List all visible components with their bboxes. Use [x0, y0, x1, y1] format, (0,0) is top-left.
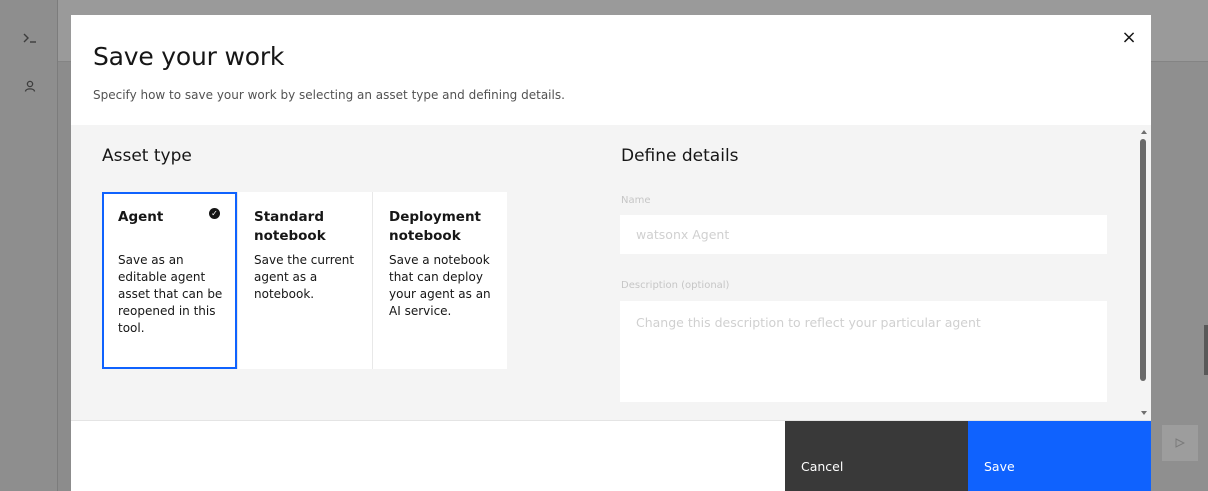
side-rail [0, 0, 58, 491]
asset-type-tiles: Agent ✓ Save as an editable agent asset … [102, 192, 507, 369]
description-input[interactable] [620, 301, 1107, 402]
modal-title: Save your work [93, 42, 285, 71]
modal-header: Save your work Specify how to save your … [71, 15, 1151, 125]
terminal-icon[interactable] [22, 30, 38, 46]
tile-agent[interactable]: Agent ✓ Save as an editable agent asset … [102, 192, 237, 369]
modal-footer: Cancel Save [71, 420, 1151, 491]
close-icon: × [1121, 26, 1137, 48]
send-button[interactable] [1162, 425, 1198, 461]
asset-type-heading: Asset type [102, 146, 192, 166]
modal-subtitle: Specify how to save your work by selecti… [93, 88, 565, 102]
name-input[interactable] [620, 215, 1107, 254]
close-button[interactable]: × [1117, 25, 1141, 49]
scrollbar[interactable] [1137, 125, 1151, 420]
name-label: Name [621, 195, 651, 206]
tile-standard-notebook[interactable]: Standard notebook Save the current agent… [237, 192, 372, 369]
tile-title: Standard notebook [254, 209, 326, 244]
description-label: Description (optional) [621, 280, 730, 291]
background-divider [1204, 325, 1208, 375]
tile-title: Agent [118, 209, 164, 225]
tile-title: Deployment notebook [389, 209, 482, 244]
scroll-down-arrow-icon[interactable] [1141, 411, 1147, 415]
define-details-heading: Define details [621, 146, 739, 166]
tile-description: Save a notebook that can deploy your age… [389, 253, 491, 318]
send-icon [1175, 438, 1185, 448]
tile-description: Save as an editable agent asset that can… [118, 253, 223, 335]
checkmark-icon: ✓ [209, 208, 220, 219]
user-icon[interactable] [22, 78, 38, 94]
tile-deployment-notebook[interactable]: Deployment notebook Save a notebook that… [372, 192, 507, 369]
cancel-button[interactable]: Cancel [785, 421, 968, 491]
tile-description: Save the current agent as a notebook. [254, 253, 355, 301]
scroll-thumb[interactable] [1140, 139, 1146, 381]
scroll-up-arrow-icon[interactable] [1141, 130, 1147, 134]
save-work-modal: Save your work Specify how to save your … [71, 15, 1151, 491]
save-button[interactable]: Save [968, 421, 1151, 491]
modal-body: Asset type Agent ✓ Save as an editable a… [71, 125, 1151, 420]
